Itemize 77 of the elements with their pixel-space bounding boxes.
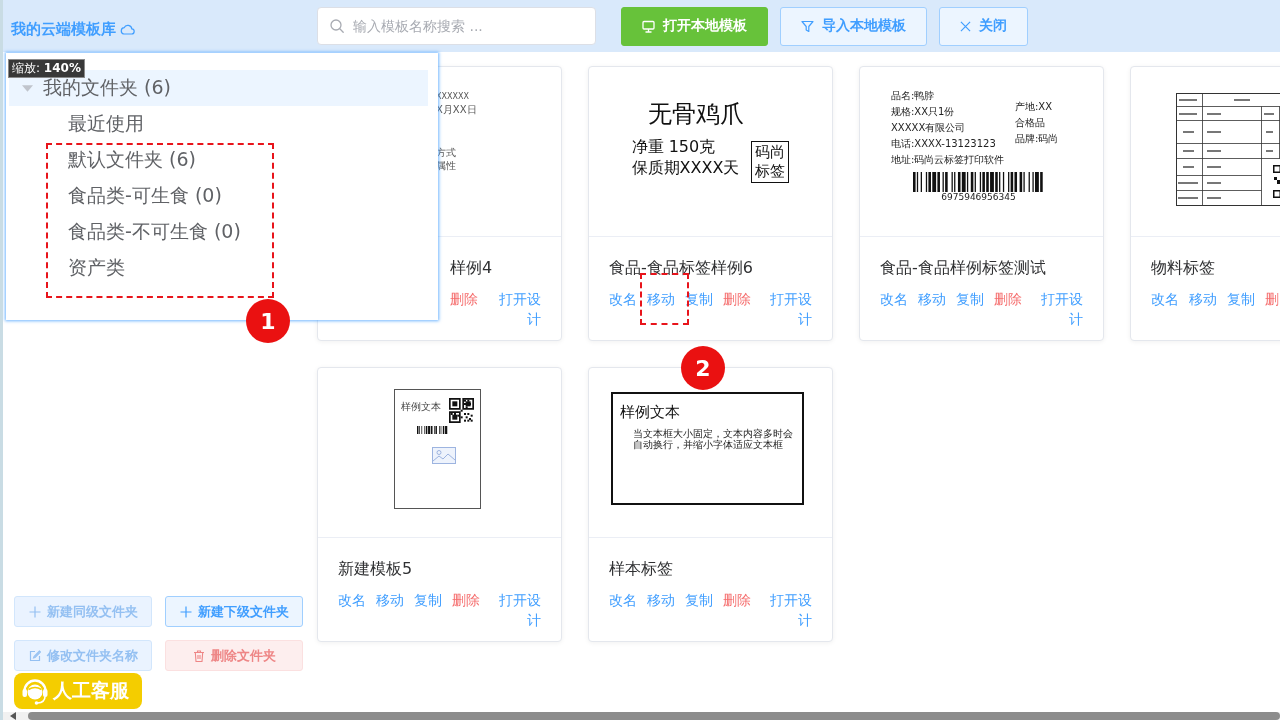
- folder-tree-item[interactable]: 最近使用: [9, 106, 428, 142]
- label-heading: 样例文本: [620, 402, 681, 422]
- delete-link[interactable]: 删: [1265, 289, 1279, 309]
- action-link[interactable]: 移动: [647, 289, 675, 309]
- label-text: 保质期XXXX天: [631, 157, 740, 178]
- cloud-icon: [120, 23, 135, 35]
- action-link[interactable]: 移动: [1189, 289, 1217, 309]
- search-field[interactable]: 输入模板名称搜索 ...: [317, 7, 596, 45]
- delete-link[interactable]: 删除: [994, 289, 1022, 309]
- template-title: 食品-食品样例标签测试: [880, 257, 1047, 279]
- action-link[interactable]: 改名: [609, 289, 637, 309]
- caret-icon[interactable]: [22, 84, 33, 92]
- plus-icon: [28, 605, 41, 618]
- label-text: 样例文本: [401, 401, 441, 413]
- step-number-badge: 1: [246, 299, 290, 343]
- open-design-link[interactable]: 打开设计: [498, 289, 541, 329]
- zoom-level-tooltip: 缩放: 140%: [8, 59, 85, 78]
- toolbar-button[interactable]: 关闭: [939, 6, 1028, 46]
- qr-code-icon: [449, 398, 474, 423]
- headset-person-icon: [20, 676, 50, 706]
- edit-icon: [28, 649, 41, 662]
- open-design-link[interactable]: 打开设计: [1038, 289, 1083, 329]
- plus-icon: [179, 605, 192, 618]
- label-text: 品名:鸭脖: [891, 89, 936, 103]
- delete-link[interactable]: 删除: [450, 289, 478, 309]
- action-link[interactable]: 移动: [376, 590, 404, 610]
- label-text: 产地:XX: [1015, 100, 1054, 114]
- action-link[interactable]: 移动: [918, 289, 946, 309]
- library-title: 我的云端模板库: [11, 19, 116, 39]
- action-link[interactable]: 复制: [685, 590, 713, 610]
- action-link[interactable]: 移动: [647, 590, 675, 610]
- trash-icon: [192, 649, 205, 662]
- template-title: 新建模板5: [338, 558, 414, 580]
- open-design-link[interactable]: 打开设计: [767, 590, 812, 630]
- delete-link[interactable]: 删除: [723, 590, 751, 610]
- label-text: 品牌:码尚: [1015, 132, 1059, 146]
- template-title: 样本标签: [609, 558, 674, 580]
- filter-icon: [801, 19, 814, 33]
- toolbar-button[interactable]: 打开本地模板: [621, 6, 768, 46]
- action-link[interactable]: 复制: [956, 289, 984, 309]
- label-text: 地址:码尚云标签打印软件: [891, 153, 1005, 167]
- folder-tree-item[interactable]: 资产类: [9, 250, 428, 286]
- customer-service-button[interactable]: 人工客服: [14, 673, 142, 709]
- scroll-left-arrow-icon[interactable]: [10, 712, 16, 720]
- label-heading: 无骨鸡爪: [647, 99, 744, 129]
- folder-tree-item[interactable]: 食品类-可生食 (0): [9, 178, 428, 214]
- action-link[interactable]: 改名: [609, 590, 637, 610]
- action-link[interactable]: 改名: [1151, 289, 1179, 309]
- label-text: XXXXX有限公司: [891, 121, 967, 135]
- label-stamp-box: 码尚标签: [751, 141, 790, 183]
- delete-link[interactable]: 删除: [723, 289, 751, 309]
- barcode-number: 6975946956345: [941, 192, 1016, 202]
- barcode-icon: [417, 426, 448, 434]
- open-design-link[interactable]: 打开设计: [767, 289, 812, 329]
- close-icon: [960, 20, 971, 32]
- label-text-fragment: XXXXXX: [436, 91, 469, 103]
- label-text: 净重 150克: [631, 136, 717, 157]
- delete-link[interactable]: 删除: [452, 590, 480, 610]
- action-link[interactable]: 复制: [1227, 289, 1255, 309]
- action-link[interactable]: 复制: [414, 590, 442, 610]
- label-text: 合格品: [1015, 116, 1046, 130]
- label-text: 当文本框大小固定，文本内容多时会自动换行，并缩小字体适应文本框: [633, 428, 794, 450]
- label-text: 电话:XXXX-13123123: [891, 137, 997, 151]
- search-icon: [330, 19, 344, 33]
- template-title: 样例4: [450, 257, 494, 279]
- image-placeholder-icon: [431, 447, 456, 464]
- folder-tree-item[interactable]: 默认文件夹 (6): [9, 142, 428, 178]
- action-link[interactable]: 改名: [880, 289, 908, 309]
- action-link[interactable]: 改名: [338, 590, 366, 610]
- monitor-icon: [642, 19, 655, 33]
- template-title: 物料标签: [1151, 257, 1216, 279]
- folder-action-button[interactable]: 新建下级文件夹: [165, 596, 303, 627]
- step-number-badge: 2: [681, 346, 725, 390]
- toolbar-button[interactable]: 导入本地模板: [780, 6, 927, 46]
- folder-tree-item[interactable]: 食品类-不可生食 (0): [9, 214, 428, 250]
- label-text: 规格:XX只1份: [891, 105, 956, 119]
- open-design-link[interactable]: 打开设计: [496, 590, 541, 630]
